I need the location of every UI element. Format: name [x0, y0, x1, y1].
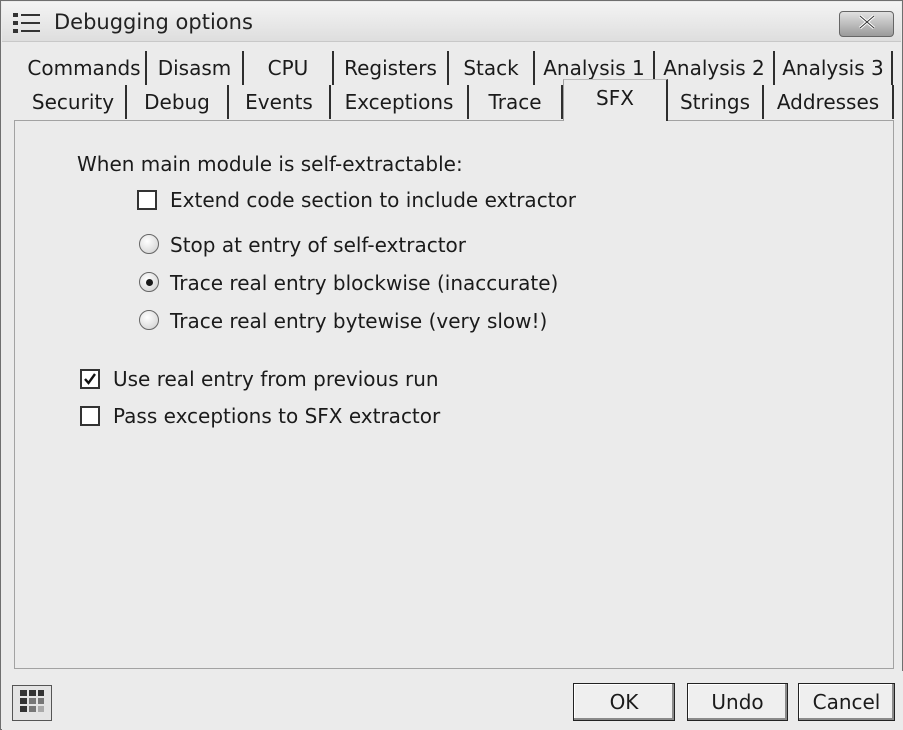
tab-sfx[interactable]: SFX: [563, 79, 668, 121]
tab-cpu[interactable]: CPU: [244, 51, 334, 85]
tab-label: Commands: [27, 56, 141, 80]
cancel-label: Cancel: [812, 690, 881, 714]
tab-label: SFX: [596, 86, 634, 110]
undo-label: Undo: [711, 690, 764, 714]
tab-label: Debug: [144, 90, 210, 114]
tab-trace[interactable]: Trace: [469, 85, 563, 119]
sfx-panel: When main module is self-extractable: Ex…: [14, 120, 894, 669]
tab-disasm[interactable]: Disasm: [147, 51, 244, 85]
tab-label: Disasm: [157, 56, 232, 80]
sfx-heading: When main module is self-extractable:: [77, 152, 463, 176]
tab-analysis-3[interactable]: Analysis 3: [775, 51, 893, 85]
tab-label: Events: [245, 90, 313, 114]
close-button[interactable]: [839, 11, 894, 37]
window-title: Debugging options: [54, 10, 253, 34]
trace-blockwise-radio[interactable]: [139, 272, 159, 292]
undo-button[interactable]: Undo: [687, 683, 788, 721]
cancel-button[interactable]: Cancel: [798, 683, 895, 721]
tab-label: Analysis 3: [782, 56, 884, 80]
trace-blockwise-label[interactable]: Trace real entry blockwise (inaccurate): [170, 271, 558, 295]
tab-commands[interactable]: Commands: [23, 51, 147, 85]
stop-at-entry-radio[interactable]: [139, 234, 159, 254]
tab-label: Strings: [679, 90, 751, 114]
tab-registers[interactable]: Registers: [334, 51, 449, 85]
use-real-entry-checkbox[interactable]: [80, 369, 100, 389]
tab-strip: Commands Disasm CPU Registers Stack Anal…: [1, 42, 903, 122]
tab-label: Trace: [488, 90, 542, 114]
title-bar[interactable]: Debugging options: [2, 2, 901, 42]
tab-label: Security: [31, 90, 115, 114]
tab-label: Exceptions: [344, 90, 454, 114]
layout-button[interactable]: [12, 685, 52, 721]
pass-exceptions-checkbox[interactable]: [80, 406, 100, 426]
tab-security[interactable]: Security: [21, 85, 127, 119]
tab-label: CPU: [267, 56, 309, 80]
tab-events[interactable]: Events: [229, 85, 331, 119]
list-icon[interactable]: [12, 12, 42, 34]
extend-code-label[interactable]: Extend code section to include extractor: [170, 188, 576, 212]
pass-exceptions-label[interactable]: Pass exceptions to SFX extractor: [113, 404, 440, 428]
tab-label: Analysis 1: [543, 56, 645, 80]
grid-icon: [19, 689, 45, 717]
tab-addresses[interactable]: Addresses: [764, 85, 894, 119]
use-real-entry-label[interactable]: Use real entry from previous run: [113, 367, 439, 391]
close-icon: [857, 14, 877, 34]
tab-debug[interactable]: Debug: [127, 85, 229, 119]
tab-label: Analysis 2: [663, 56, 765, 80]
dialog-footer: OK Undo Cancel: [2, 671, 903, 730]
tab-label: Addresses: [776, 90, 880, 114]
tab-stack[interactable]: Stack: [449, 51, 535, 85]
tab-label: Registers: [344, 56, 437, 80]
stop-at-entry-label[interactable]: Stop at entry of self-extractor: [170, 233, 466, 257]
tab-label: Stack: [463, 56, 519, 80]
trace-bytewise-radio[interactable]: [139, 310, 159, 330]
ok-label: OK: [609, 690, 639, 714]
tab-analysis-2[interactable]: Analysis 2: [655, 51, 775, 85]
debugging-options-window: Debugging options Commands Disasm CPU Re…: [0, 0, 903, 730]
tab-exceptions[interactable]: Exceptions: [331, 85, 469, 119]
extend-code-checkbox[interactable]: [137, 190, 157, 210]
checkmark-icon: [84, 373, 96, 385]
ok-button[interactable]: OK: [573, 683, 675, 721]
tab-strings[interactable]: Strings: [668, 85, 764, 119]
trace-bytewise-label[interactable]: Trace real entry bytewise (very slow!): [170, 309, 547, 333]
